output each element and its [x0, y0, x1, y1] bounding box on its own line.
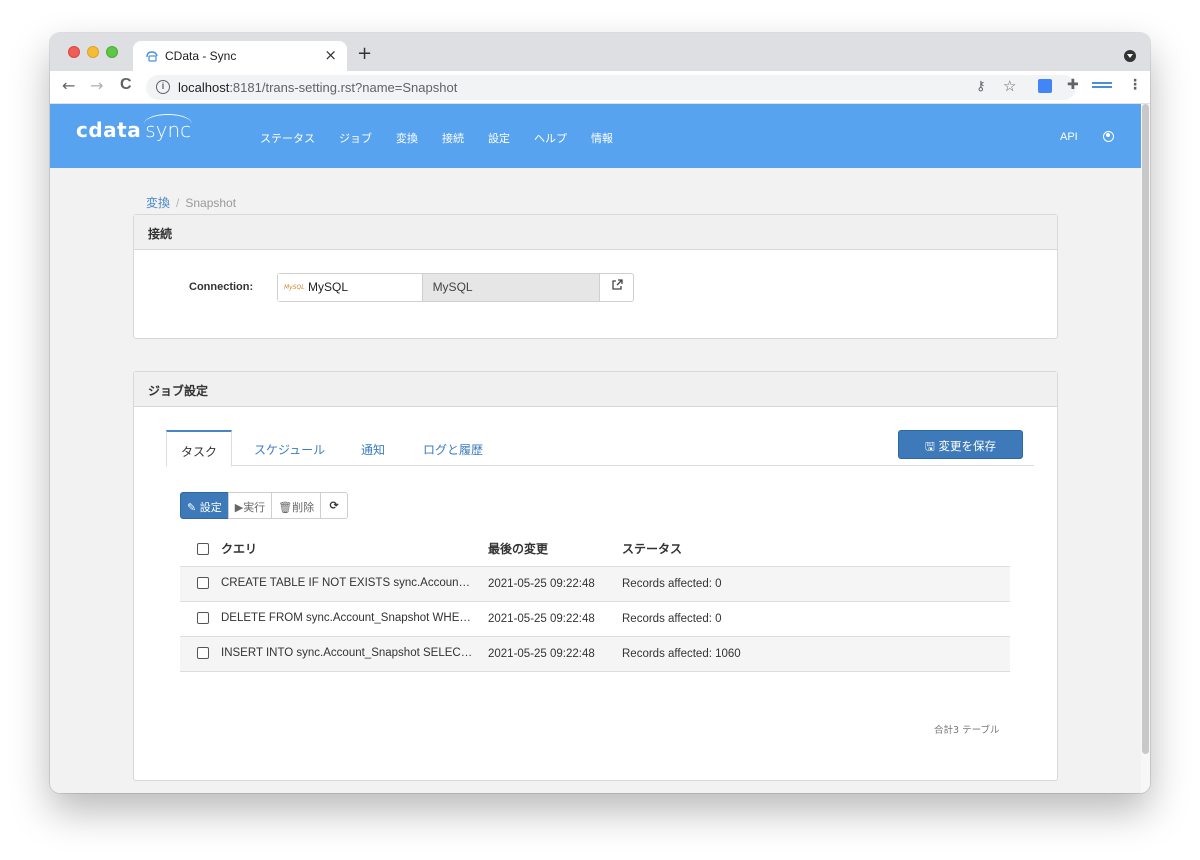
connection-label: Connection: — [189, 281, 254, 293]
query-cell[interactable]: CREATE TABLE IF NOT EXISTS sync.Accoun… — [221, 577, 470, 589]
modified-cell: 2021-05-25 09:22:48 — [482, 636, 616, 672]
logo-arc-icon — [144, 114, 192, 134]
user-account-icon[interactable] — [1103, 131, 1114, 142]
app-navbar: cdata sync ステータス ジョブ 変換 接続 設定 ヘルプ 情報 API — [50, 104, 1141, 168]
breadcrumb-separator: / — [176, 196, 180, 210]
browser-toolbar: ← → C i localhost:8181/trans-setting.rst… — [50, 71, 1150, 104]
play-icon: ▶ — [234, 501, 244, 514]
tab-tasks[interactable]: タスク — [166, 430, 233, 467]
save-changes-label: 変更を保存 — [938, 439, 996, 453]
edit-icon: ✎ — [187, 501, 197, 514]
query-cell[interactable]: INSERT INTO sync.Account_Snapshot SELEC… — [221, 647, 472, 659]
extensions-puzzle-icon[interactable]: ✚ — [1067, 77, 1079, 93]
connection-type-readonly: MySQL — [422, 274, 601, 301]
address-bar[interactable]: i localhost:8181/trans-setting.rst?name=… — [146, 75, 1076, 100]
task-settings-button[interactable]: ✎ 設定 — [180, 492, 229, 519]
query-table: クエリ 最後の変更 ステータス CREATE TABLE IF NOT EXIS… — [180, 532, 1010, 672]
zoom-window-button[interactable] — [106, 46, 118, 58]
nav-item-help[interactable]: ヘルプ — [534, 130, 567, 146]
reload-icon[interactable]: C — [120, 76, 132, 94]
back-arrow-icon[interactable]: ← — [62, 76, 75, 95]
task-toolbar: ✎ 設定 ▶実行 🗑削除 ⟳ — [180, 492, 349, 519]
minimize-window-button[interactable] — [87, 46, 99, 58]
save-changes-button[interactable]: 🖫 変更を保存 — [898, 430, 1023, 459]
tab-title: CData - Sync — [165, 49, 237, 63]
cdata-favicon-icon — [146, 51, 158, 62]
row-checkbox[interactable] — [197, 647, 209, 660]
table-header-row: クエリ 最後の変更 ステータス — [180, 532, 1010, 567]
task-run-button[interactable]: ▶実行 — [227, 492, 273, 519]
cdata-extension-icon[interactable] — [1092, 82, 1112, 88]
page-scrollbar[interactable] — [1141, 104, 1150, 793]
job-settings-heading: ジョブ設定 — [134, 372, 1057, 407]
browser-window: CData - Sync × + ← → C i localhost:8181/… — [50, 33, 1150, 793]
key-icon[interactable]: ⚷ — [976, 79, 986, 94]
tab-schedule[interactable]: スケジュール — [240, 430, 339, 466]
table-row[interactable]: CREATE TABLE IF NOT EXISTS sync.Accoun… … — [180, 566, 1010, 602]
refresh-icon: ⟳ — [329, 499, 339, 512]
scrollbar-thumb[interactable] — [1142, 104, 1149, 754]
query-cell[interactable]: DELETE FROM sync.Account_Snapshot WHE… — [221, 612, 471, 624]
save-icon: 🖫 — [925, 439, 935, 453]
nav-item-connections[interactable]: 接続 — [442, 130, 464, 146]
forward-arrow-icon[interactable]: → — [90, 76, 103, 95]
close-window-button[interactable] — [68, 46, 80, 58]
table-row[interactable]: INSERT INTO sync.Account_Snapshot SELEC…… — [180, 636, 1010, 672]
browser-tabstrip: CData - Sync × + — [50, 33, 1150, 71]
nav-item-jobs[interactable]: ジョブ — [339, 130, 372, 146]
nav-api-link[interactable]: API — [1060, 131, 1078, 143]
main-nav-menu: ステータス ジョブ 変換 接続 設定 ヘルプ 情報 — [260, 130, 637, 146]
url-text: localhost:8181/trans-setting.rst?name=Sn… — [178, 80, 458, 95]
info-icon[interactable]: i — [156, 80, 170, 94]
connection-panel-heading: 接続 — [134, 215, 1057, 250]
open-connection-button[interactable] — [600, 274, 633, 301]
status-cell: Records affected: 0 — [616, 601, 1010, 637]
tab-logs-history[interactable]: ログと履歴 — [409, 430, 497, 466]
mysql-logo-icon: MySQL — [284, 284, 305, 291]
modified-cell: 2021-05-25 09:22:48 — [482, 601, 616, 637]
status-cell: Records affected: 0 — [616, 566, 1010, 602]
table-row[interactable]: DELETE FROM sync.Account_Snapshot WHE… 2… — [180, 601, 1010, 637]
cdata-sync-logo[interactable]: cdata sync — [76, 114, 192, 142]
page-viewport: cdata sync ステータス ジョブ 変換 接続 設定 ヘルプ 情報 API … — [50, 104, 1150, 793]
job-settings-panel: ジョブ設定 タスク スケジュール 通知 ログと履歴 🖫 変更を保存 ✎ 設定 ▶… — [133, 371, 1058, 781]
connection-panel: 接続 Connection: MySQL MySQL MySQL — [133, 214, 1058, 339]
nav-item-info[interactable]: 情報 — [591, 130, 613, 146]
breadcrumb-parent-link[interactable]: 変換 — [146, 196, 170, 210]
nav-item-status[interactable]: ステータス — [260, 130, 315, 146]
nav-item-settings[interactable]: 設定 — [488, 130, 510, 146]
connection-select[interactable]: MySQL MySQL — [278, 274, 423, 301]
breadcrumb: 変換 / Snapshot — [146, 194, 236, 211]
nav-item-transformations[interactable]: 変換 — [396, 130, 418, 146]
tab-close-icon[interactable]: × — [324, 46, 337, 64]
connection-input-group: MySQL MySQL MySQL — [277, 273, 634, 302]
task-delete-button[interactable]: 🗑削除 — [271, 492, 322, 519]
browser-menu-icon[interactable]: ⋮ — [1128, 77, 1142, 93]
breadcrumb-current: Snapshot — [185, 196, 237, 210]
column-header-last-modified[interactable]: 最後の変更 — [482, 532, 616, 567]
browser-tab[interactable]: CData - Sync × — [133, 41, 347, 71]
row-checkbox[interactable] — [197, 577, 209, 590]
new-tab-button[interactable]: + — [357, 43, 372, 64]
select-all-checkbox[interactable] — [197, 543, 209, 556]
row-checkbox[interactable] — [197, 612, 209, 625]
trash-icon: 🗑 — [278, 501, 293, 514]
bookmark-star-icon[interactable]: ☆ — [1003, 77, 1016, 95]
tab-notifications[interactable]: 通知 — [347, 430, 399, 466]
translate-extension-icon[interactable] — [1038, 79, 1052, 93]
external-link-icon — [611, 279, 623, 290]
connection-selected-value: MySQL — [308, 280, 349, 294]
column-header-status[interactable]: ステータス — [616, 532, 1010, 567]
modified-cell: 2021-05-25 09:22:48 — [482, 566, 616, 602]
table-total-count: 合計3 テーブル — [934, 725, 1000, 736]
refresh-button[interactable]: ⟳ — [320, 492, 349, 519]
status-cell: Records affected: 1060 — [616, 636, 1010, 672]
browser-profile-icon[interactable] — [1124, 50, 1136, 62]
column-header-query[interactable]: クエリ — [215, 532, 482, 567]
